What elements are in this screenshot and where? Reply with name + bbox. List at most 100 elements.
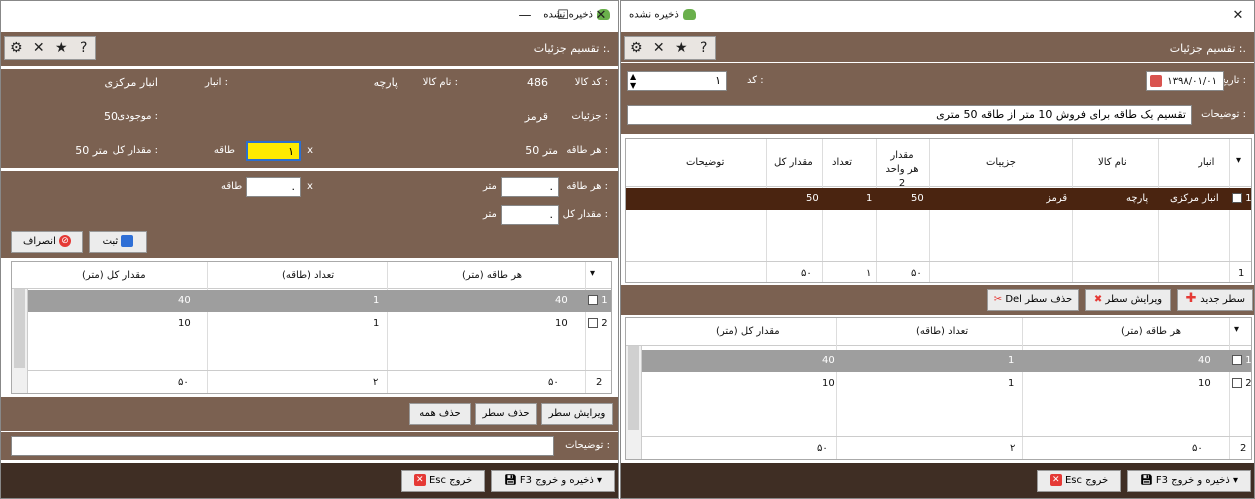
grid-header: مقدار کل (متر) تعداد (طاقه) هر طاقه (متر…	[626, 318, 1251, 346]
table-row[interactable]: 40 1 40 1	[642, 350, 1252, 372]
desc-input[interactable]: تقسیم یک طاقه برای فروش 10 متر از طاقه 5…	[627, 105, 1192, 125]
delete-all-button[interactable]: حذف همه	[409, 403, 471, 425]
new-row-button[interactable]: سطر جدید ✚	[1177, 289, 1253, 311]
delete-icon: ✂	[993, 294, 1003, 305]
table-row[interactable]: 50 1 50 قرمز پارچه انبار مرکزی 1	[626, 188, 1252, 210]
help-icon[interactable]: ?	[693, 40, 715, 56]
edit-row-button[interactable]: ویرایش سطر	[541, 403, 613, 425]
entry-count-input[interactable]: .	[246, 177, 301, 197]
row-checkbox[interactable]: 1	[1232, 193, 1252, 204]
exit-button[interactable]: خروج Esc ✕	[1037, 470, 1121, 492]
cell-count: 1	[1008, 378, 1015, 389]
table-row[interactable]: 10 1 10 2	[28, 313, 611, 335]
floppy-icon: 💾︎	[504, 475, 517, 486]
save-exit-label: ذخیره و خروج F3	[1155, 475, 1230, 486]
delete-row-button[interactable]: حذف سطر	[475, 403, 537, 425]
col-total: مقدار کل (متر)	[716, 326, 780, 337]
cancel-icon: ⊘	[59, 235, 72, 247]
minimize-button[interactable]: —	[511, 6, 539, 26]
col-unit: مقدار هر واحد 2	[885, 150, 919, 189]
row-checkbox[interactable]: 2	[588, 318, 608, 329]
edit-x-icon: ✖	[1093, 294, 1103, 305]
per-roll-label: هر طاقه :	[566, 145, 608, 156]
grid-menu-icon[interactable]: ▾	[1234, 324, 1239, 335]
col-total: مقدار کل	[774, 157, 813, 168]
window-title-text: ذخیره نشده	[629, 9, 679, 21]
table-row[interactable]: 40 1 40 1	[28, 290, 611, 312]
entry-total-label: مقدار کل :	[562, 209, 608, 220]
exit-button[interactable]: خروج Esc ✕	[401, 470, 485, 492]
stock-value: 50	[104, 110, 118, 123]
entry-total-unit: متر	[483, 209, 497, 220]
code-value: 486	[527, 76, 548, 89]
maximize-button[interactable]: ☐	[549, 6, 577, 26]
close-button[interactable]: ✕	[1224, 6, 1252, 26]
gear-icon[interactable]: ⚙	[625, 40, 647, 56]
tools-icon[interactable]: ✕	[648, 40, 670, 56]
row-checkbox[interactable]: 1	[588, 295, 608, 306]
save-exit-label: ذخیره و خروج F3	[519, 475, 594, 486]
header-bar: ? ★ ✕ ⚙ .: تقسیم جزئیات	[621, 32, 1254, 62]
total-value: 50 متر	[75, 144, 108, 157]
grid-menu-icon[interactable]: ▾	[590, 268, 595, 279]
table-row[interactable]: 10 1 10 2	[642, 373, 1252, 395]
help-icon[interactable]: ?	[73, 40, 95, 56]
col-name: نام کالا	[1098, 157, 1127, 168]
scroll-thumb[interactable]	[14, 278, 25, 368]
cell-total: 10	[822, 378, 835, 389]
close-icon: ✕	[413, 474, 426, 486]
cell-details: قرمز	[1046, 193, 1068, 204]
title-bar: ذخیره نشده — ☐ ✕	[1, 1, 618, 31]
grid-actions-bar: ویرایش سطر حذف سطر حذف همه	[1, 397, 618, 431]
edit-row-button[interactable]: ویرایش سطر ✖	[1085, 289, 1171, 311]
calendar-icon[interactable]	[1150, 75, 1162, 87]
split-grid: مقدار کل (متر) تعداد (طاقه) هر طاقه (متر…	[11, 261, 612, 394]
star-icon[interactable]: ★	[50, 40, 72, 56]
footer-per-roll: ۵۰	[548, 377, 559, 388]
toolbar: ? ★ ✕ ⚙	[624, 36, 716, 60]
desc-label: توضیحات :	[1201, 109, 1246, 120]
stock-label: موجودی :	[117, 111, 158, 122]
row-checkbox[interactable]: 1	[1232, 355, 1252, 366]
toolbar: ? ★ ✕ ⚙	[4, 36, 96, 60]
grid-menu-icon[interactable]: ▾	[1236, 155, 1241, 166]
window-title: ذخیره نشده	[629, 9, 696, 21]
store-value: انبار مرکزی	[104, 76, 158, 89]
save-exit-button[interactable]: ▾ ذخیره و خروج F3 💾︎	[1127, 470, 1251, 492]
name-value: پارچه	[373, 76, 398, 89]
cell-count: 1	[373, 295, 380, 306]
notes-input[interactable]	[11, 436, 554, 456]
save-exit-button[interactable]: ▾ ذخیره و خروج F3 💾︎	[491, 470, 615, 492]
footer-total: ۵۰	[801, 268, 812, 279]
spin-icon[interactable]: ▲ ▼	[630, 72, 636, 90]
gear-icon[interactable]: ⚙	[5, 40, 27, 56]
entry-total-input[interactable]: .	[501, 205, 559, 225]
footer-count-sum: ۲	[373, 377, 379, 388]
notes-label: توضیحات :	[565, 440, 610, 451]
multiplier-input[interactable]: ۱	[246, 141, 301, 161]
close-button[interactable]: ✕	[587, 6, 615, 26]
footer-count-sum: ۲	[1010, 443, 1016, 454]
cell-unit: 50	[911, 193, 924, 204]
form-panel: تاریخ : ۱۳۹۸/۰۱/۰۱ کد : ۱ ▲ ▼ توضیحات : تق…	[621, 63, 1254, 134]
tools-icon[interactable]: ✕	[28, 40, 50, 56]
footer-total: ۵۰	[817, 443, 828, 454]
delete-row-button[interactable]: حذف سطر Del ✂	[987, 289, 1079, 311]
code-input[interactable]: ۱ ▲ ▼	[627, 71, 727, 91]
floppy-icon: 💾︎	[1140, 475, 1153, 486]
entry-per-roll-input[interactable]: .	[501, 177, 559, 197]
cell-per-roll: 10	[555, 318, 568, 329]
close-icon: ✕	[1049, 474, 1062, 486]
plus-icon: ✚	[1185, 291, 1197, 306]
cell-per-roll: 40	[555, 295, 568, 306]
star-icon[interactable]: ★	[670, 40, 692, 56]
save-button[interactable]: ثبت	[89, 231, 147, 253]
cancel-button[interactable]: ⊘ انصراف	[11, 231, 83, 253]
date-input[interactable]: ۱۳۹۸/۰۱/۰۱	[1146, 71, 1224, 91]
left-window: ذخیره نشده — ☐ ✕ ? ★ ✕ ⚙ .: تقسیم جزئیات…	[0, 0, 619, 499]
floppy-icon	[121, 235, 134, 247]
col-per-roll: هر طاقه (متر)	[462, 270, 522, 281]
save-label: ثبت	[102, 236, 119, 247]
row-checkbox[interactable]: 2	[1232, 378, 1252, 389]
scroll-thumb[interactable]	[628, 334, 639, 430]
